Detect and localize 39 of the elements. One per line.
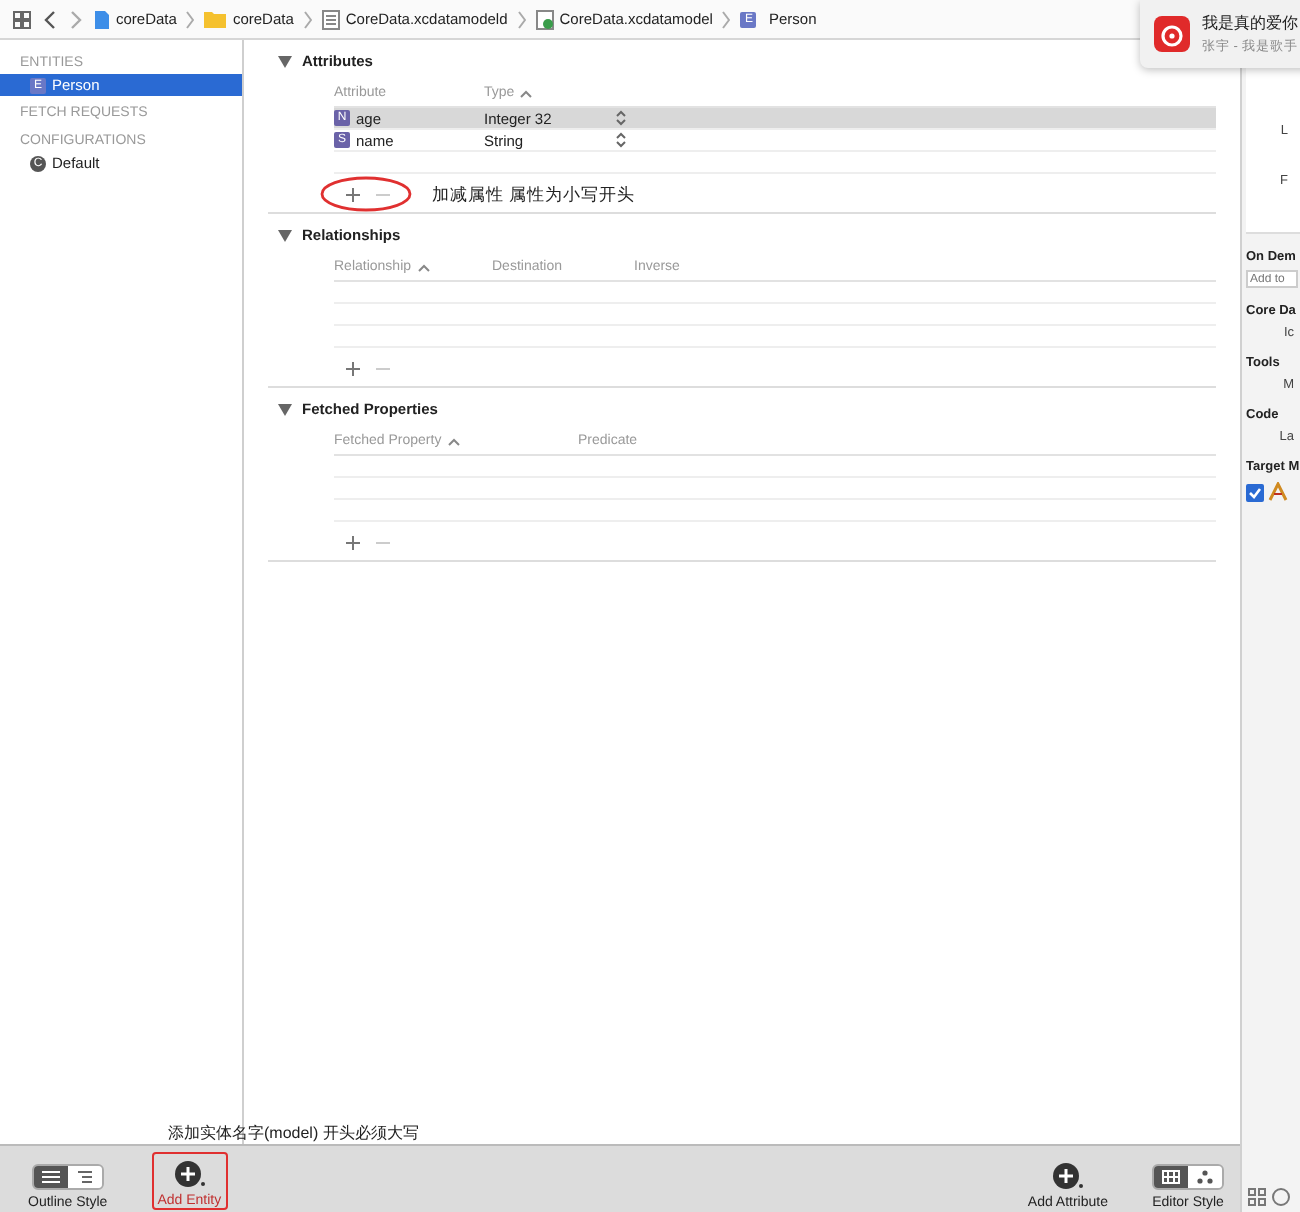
annotation-text: 加减属性 属性为小写开头 (432, 183, 635, 207)
grid-icon[interactable] (12, 9, 32, 29)
sort-caret-icon (447, 438, 460, 446)
annotation-text: 添加实体名字(model) 开头必须大写 (168, 1122, 419, 1144)
table-icon (1162, 1170, 1180, 1184)
sort-caret-icon (520, 90, 533, 98)
add-icon (1051, 1162, 1084, 1190)
app-target-icon (1268, 482, 1288, 502)
graph-icon (1196, 1170, 1214, 1184)
document-icon (321, 9, 340, 29)
indented-list-icon (75, 1170, 94, 1184)
chevron-icon (722, 9, 731, 29)
editor-style-segment[interactable] (1188, 1166, 1222, 1188)
outline-style-segment[interactable] (67, 1166, 102, 1188)
target-checkbox[interactable] (1246, 483, 1264, 501)
sort-caret-icon (417, 264, 430, 272)
stepper-icon[interactable] (616, 132, 626, 148)
outline-style-segment[interactable] (33, 1166, 68, 1188)
document-icon (535, 9, 554, 29)
plus-icon[interactable] (344, 186, 362, 204)
disclosure-triangle-icon[interactable] (278, 55, 292, 67)
back-icon[interactable] (42, 9, 58, 29)
folder-icon (204, 10, 227, 28)
editor-style-segment[interactable] (1154, 1166, 1188, 1188)
chevron-icon (186, 9, 195, 29)
grid-icon[interactable] (1248, 1188, 1266, 1206)
file-icon (94, 9, 110, 29)
annotation-ellipse (320, 176, 412, 212)
plus-icon[interactable] (344, 534, 362, 552)
add-icon (173, 1160, 206, 1188)
list-icon (41, 1170, 60, 1184)
plus-icon[interactable] (344, 360, 362, 378)
notification-title: 我是真的爱你 (1202, 12, 1298, 34)
disclosure-triangle-icon[interactable] (278, 229, 292, 241)
chevron-icon (303, 9, 312, 29)
disclosure-triangle-icon[interactable] (278, 403, 292, 415)
music-app-icon (1154, 16, 1190, 52)
chevron-icon (517, 9, 526, 29)
stepper-icon[interactable] (616, 110, 626, 126)
